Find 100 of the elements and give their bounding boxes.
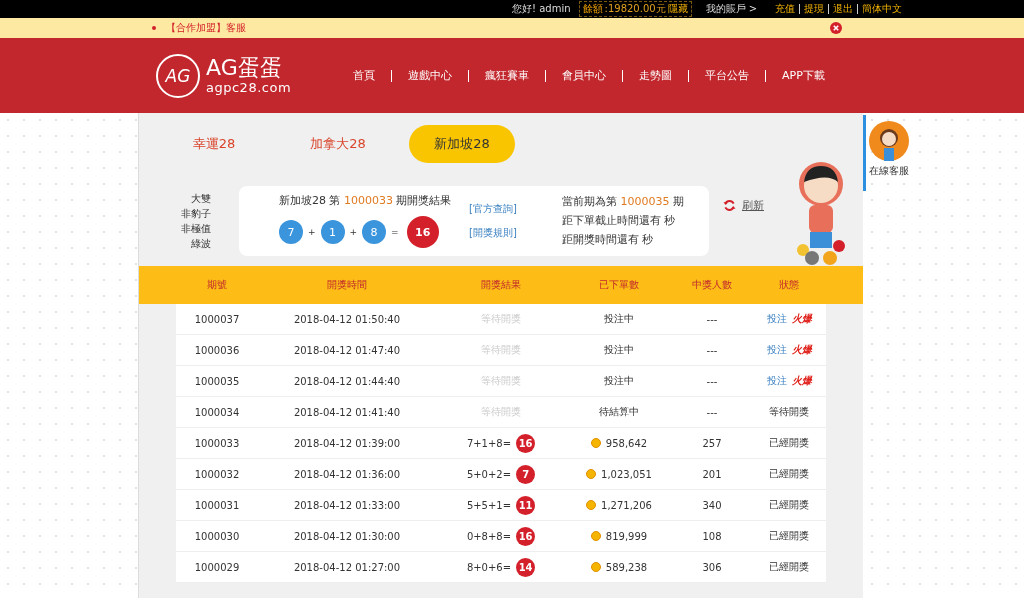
nav-link[interactable]: 遊戲中心 xyxy=(408,68,453,83)
info-link[interactable]: [開獎規則] xyxy=(469,225,559,240)
column-header: 開獎結果 xyxy=(480,278,522,292)
hot-label: 火爆 xyxy=(791,343,812,357)
balance-label: 餘額 xyxy=(582,2,603,16)
last-result-title: 新加坡28 第 1000033 期開獎結果 xyxy=(279,193,453,208)
winners-cell-text: --- xyxy=(705,406,719,418)
game-tab[interactable]: 加拿大28 xyxy=(285,125,391,163)
hot-label: 火爆 xyxy=(791,312,812,326)
status-text: 已經開獎 xyxy=(769,498,809,512)
top-link[interactable]: 簡体中文 xyxy=(862,2,903,16)
bets-cell: 819,999 xyxy=(605,530,648,542)
countdown-text: 距開獎時間還有 秒 xyxy=(562,232,655,247)
hide-button[interactable]: 隱藏 xyxy=(667,2,688,16)
result-expression: 0+8+8= xyxy=(466,530,512,542)
result-tag: 綠波 xyxy=(191,235,211,251)
account-link[interactable]: 我的賬戶 > xyxy=(705,2,758,16)
game-tab[interactable]: 幸運28 xyxy=(161,125,267,163)
hot-label: 火爆 xyxy=(791,374,812,388)
info-link[interactable]: [官方查詢] xyxy=(469,201,559,216)
winners-cell-text: 108 xyxy=(701,530,723,542)
equals-sign: = xyxy=(391,227,399,237)
sum-ball: 16 xyxy=(516,433,536,453)
countdown-text: 距下單截止時間還有 秒 xyxy=(562,213,677,228)
coin-icon xyxy=(590,562,601,572)
sum-ball: 14 xyxy=(516,557,536,577)
time-cell-text: 2018-04-12 01:50:40 xyxy=(292,313,402,325)
refresh-link[interactable]: 刷新 xyxy=(723,198,764,213)
issue-cell-text: 1000029 xyxy=(193,561,241,573)
nav-link[interactable]: 瘋狂賽車 xyxy=(485,68,530,83)
service-label: 在線客服 xyxy=(869,164,909,178)
top-link[interactable]: 充值 xyxy=(775,2,796,16)
winners-cell-text: 340 xyxy=(701,499,723,511)
winners-cell-text: --- xyxy=(705,375,719,387)
bets-cell: 1,271,206 xyxy=(601,499,652,511)
result-tag: 大雙 xyxy=(191,190,211,206)
column-header: 中獎人數 xyxy=(691,278,733,292)
bets-cell: 958,642 xyxy=(605,437,648,449)
winners-cell-text: 201 xyxy=(701,468,723,480)
coin-icon xyxy=(586,469,597,479)
result-expression: 7+1+8= xyxy=(466,437,512,449)
top-link[interactable]: 退出 xyxy=(833,2,854,16)
top-link[interactable]: 提現 xyxy=(804,2,825,16)
game-tab[interactable]: 新加坡28 xyxy=(409,125,515,163)
coin-icon xyxy=(590,531,601,541)
time-cell-text: 2018-04-12 01:44:40 xyxy=(292,375,402,387)
time-cell-text: 2018-04-12 01:27:00 xyxy=(292,561,402,573)
bets-cell: 1,023,051 xyxy=(601,468,652,480)
result-tag: 非極值 xyxy=(181,220,211,236)
winners-cell-text: 257 xyxy=(701,437,723,449)
status-text: 已經開獎 xyxy=(769,436,809,450)
status-text: 等待開獎 xyxy=(769,405,809,419)
agent-avatar-icon xyxy=(869,121,909,161)
nav-link[interactable]: 會員中心 xyxy=(562,68,607,83)
column-header: 已下單數 xyxy=(598,278,640,292)
bet-link[interactable]: 投注 xyxy=(766,374,787,388)
logo-title: AG蛋蛋 xyxy=(206,56,283,80)
issue-cell-text: 1000037 xyxy=(193,313,241,325)
nav-link[interactable]: 走勢圖 xyxy=(639,68,673,83)
close-icon[interactable] xyxy=(830,22,842,34)
bets-cell: 589,238 xyxy=(605,561,648,573)
nav-link[interactable]: APP下載 xyxy=(782,68,825,83)
issue-cell-text: 1000030 xyxy=(193,530,241,542)
winners-cell-text: 306 xyxy=(701,561,723,573)
notice-text: 【合作加盟】客服 xyxy=(166,21,246,35)
sum-ball: 11 xyxy=(516,495,536,515)
greeting: 您好! admin xyxy=(512,2,571,16)
time-cell-text: 2018-04-12 01:33:00 xyxy=(292,499,402,511)
nav-link[interactable]: 首頁 xyxy=(353,68,376,83)
bets-cell: 投注中 xyxy=(604,312,634,326)
result-expression: 8+0+6= xyxy=(466,561,512,573)
plus-sign: + xyxy=(349,227,358,237)
status-text: 已經開獎 xyxy=(769,467,809,481)
sum-ball: 16 xyxy=(406,216,439,248)
result-tag: 非豹子 xyxy=(181,205,211,221)
issue-cell-text: 1000031 xyxy=(193,499,241,511)
balance-amount: :19820.00元 xyxy=(604,2,666,16)
plus-sign: + xyxy=(308,227,316,237)
online-service-panel[interactable]: 在線客服 xyxy=(863,115,912,191)
time-cell-text: 2018-04-12 01:36:00 xyxy=(292,468,402,480)
column-header: 狀態 xyxy=(778,278,800,292)
current-issue: 當前期為第 1000035 期 xyxy=(562,194,684,209)
issue-cell-text: 1000032 xyxy=(193,468,241,480)
column-header: 期號 xyxy=(206,278,228,292)
sum-ball: 7 xyxy=(516,464,536,484)
issue-cell-text: 1000033 xyxy=(193,437,241,449)
coin-icon xyxy=(590,438,601,448)
nav-link[interactable]: 平台公告 xyxy=(705,68,750,83)
issue-cell-text: 1000036 xyxy=(193,344,241,356)
time-cell-text: 2018-04-12 01:41:40 xyxy=(292,406,402,418)
time-cell-text: 2018-04-12 01:39:00 xyxy=(292,437,402,449)
number-ball: 7 xyxy=(279,220,303,244)
bet-link[interactable]: 投注 xyxy=(766,343,787,357)
logo-icon: AG xyxy=(156,53,200,98)
time-cell-text: 2018-04-12 01:30:00 xyxy=(292,530,402,542)
bet-link[interactable]: 投注 xyxy=(766,312,787,326)
refresh-icon xyxy=(723,199,736,212)
result-expression: 5+0+2= xyxy=(466,468,512,480)
bullet-icon xyxy=(152,26,156,30)
bets-cell: 投注中 xyxy=(604,343,634,357)
